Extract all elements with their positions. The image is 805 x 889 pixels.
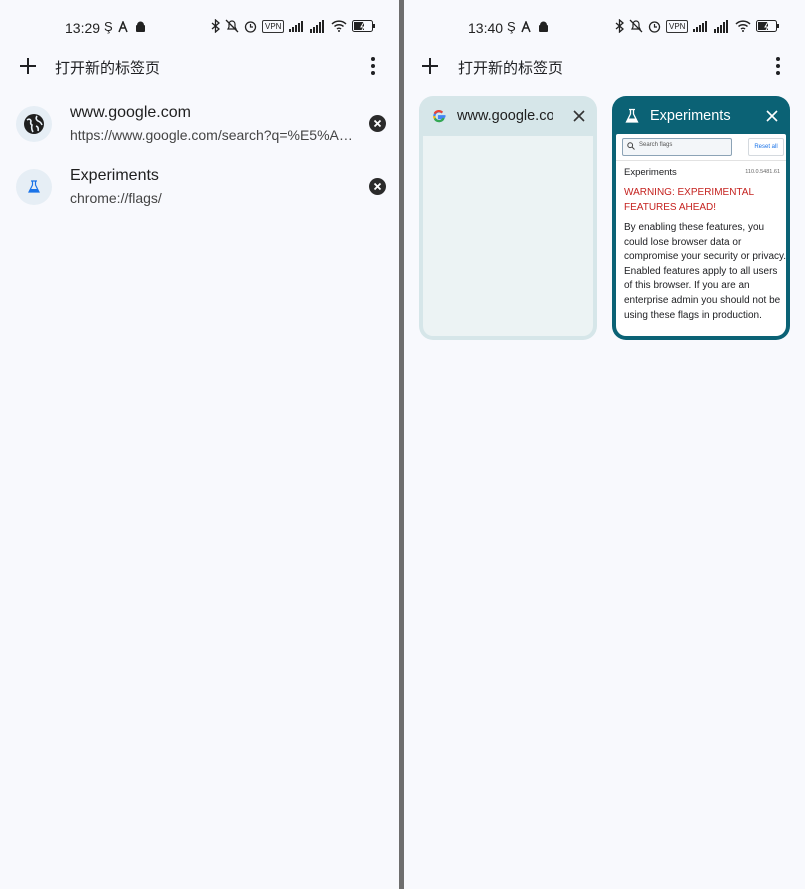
font-icon	[117, 20, 128, 32]
battery-icon	[756, 20, 780, 32]
status-time: 13:40	[468, 20, 504, 36]
signal-hd-icon	[310, 20, 325, 33]
close-circle-icon[interactable]	[369, 115, 386, 132]
status-right-icons: VPN	[211, 19, 376, 33]
vpn-badge: VPN	[262, 19, 285, 33]
tab-list-panel: 13:29 Ş VPN 打开新的标签页 www.google.com https…	[0, 0, 399, 889]
toolbar: 打开新的标签页	[0, 48, 399, 84]
new-tab-button[interactable]: 打开新的标签页	[458, 57, 563, 78]
reset-all-button: Reset all	[748, 138, 784, 156]
globe-icon	[24, 114, 44, 134]
version-label: 110.0.5481.61	[745, 169, 780, 175]
tab-title: www.google.com	[70, 104, 191, 121]
close-icon[interactable]	[571, 108, 587, 124]
more-vert-icon[interactable]	[361, 54, 385, 78]
tab-card-thumbnail: Search flags Reset all Experiments 110.0…	[616, 134, 786, 336]
tab-url: https://www.google.com/search?q=%E5%A…	[70, 127, 353, 143]
status-bar: 13:29 Ş VPN	[0, 16, 399, 38]
battery-icon	[352, 20, 376, 32]
tab-card-header: Experiments	[612, 96, 790, 136]
mute-icon	[629, 19, 643, 33]
bluetooth-icon	[615, 19, 624, 33]
flask-icon	[625, 108, 639, 123]
favicon	[16, 169, 52, 205]
tab-card-title: Experiments	[650, 108, 731, 124]
status-bar: 13:40 Ş VPN	[404, 16, 805, 38]
tab-card-title: www.google.co	[457, 108, 553, 124]
plus-icon[interactable]	[418, 54, 442, 78]
status-time: 13:29	[65, 20, 101, 36]
favicon	[16, 106, 52, 142]
vpn-badge: VPN	[666, 19, 689, 33]
app-s-icon: Ş	[104, 19, 113, 34]
tab-card-header: www.google.co	[419, 96, 597, 136]
tab-list-item[interactable]: www.google.com https://www.google.com/se…	[0, 94, 399, 154]
toolbar: 打开新的标签页	[404, 48, 805, 84]
tab-list-item[interactable]: Experiments chrome://flags/	[0, 157, 399, 217]
search-icon	[627, 142, 635, 150]
flags-search-input: Search flags	[622, 138, 732, 156]
preview-page-title: Experiments	[624, 167, 677, 178]
tab-grid-panel: 13:40 Ş VPN 打开新的标签页 www.google.co Experi…	[404, 0, 805, 889]
google-g-icon	[433, 110, 446, 123]
status-left-icons: Ş	[507, 19, 549, 34]
bluetooth-icon	[211, 19, 220, 33]
tab-card-active[interactable]: Experiments Search flags Reset all Exper…	[612, 96, 790, 340]
app-s-icon: Ş	[507, 19, 516, 34]
warning-paragraph: By enabling these features, you could lo…	[624, 222, 786, 321]
font-icon	[520, 20, 531, 32]
more-vert-icon[interactable]	[766, 54, 790, 78]
alarm-icon	[648, 20, 661, 33]
signal-hd-icon	[714, 20, 729, 33]
tab-card[interactable]: www.google.co	[419, 96, 597, 340]
new-tab-button[interactable]: 打开新的标签页	[55, 57, 160, 78]
wifi-icon	[331, 20, 347, 32]
close-circle-icon[interactable]	[369, 178, 386, 195]
tab-url: chrome://flags/	[70, 190, 162, 206]
tab-card-thumbnail	[423, 136, 593, 336]
signal-icon	[289, 21, 304, 32]
mute-icon	[225, 19, 239, 33]
warning-text: WARNING: EXPERIMENTAL FEATURES AHEAD!	[624, 187, 754, 213]
status-left-icons: Ş	[104, 19, 146, 34]
plus-icon[interactable]	[16, 54, 40, 78]
close-icon[interactable]	[764, 108, 780, 124]
flask-icon	[28, 180, 40, 193]
alarm-icon	[244, 20, 257, 33]
wifi-icon	[735, 20, 751, 32]
android-icon	[135, 21, 145, 32]
android-icon	[538, 21, 548, 32]
search-placeholder: Search flags	[639, 142, 673, 148]
signal-icon	[693, 21, 708, 32]
status-right-icons: VPN	[615, 19, 780, 33]
divider	[616, 160, 786, 161]
tab-title: Experiments	[70, 167, 159, 184]
